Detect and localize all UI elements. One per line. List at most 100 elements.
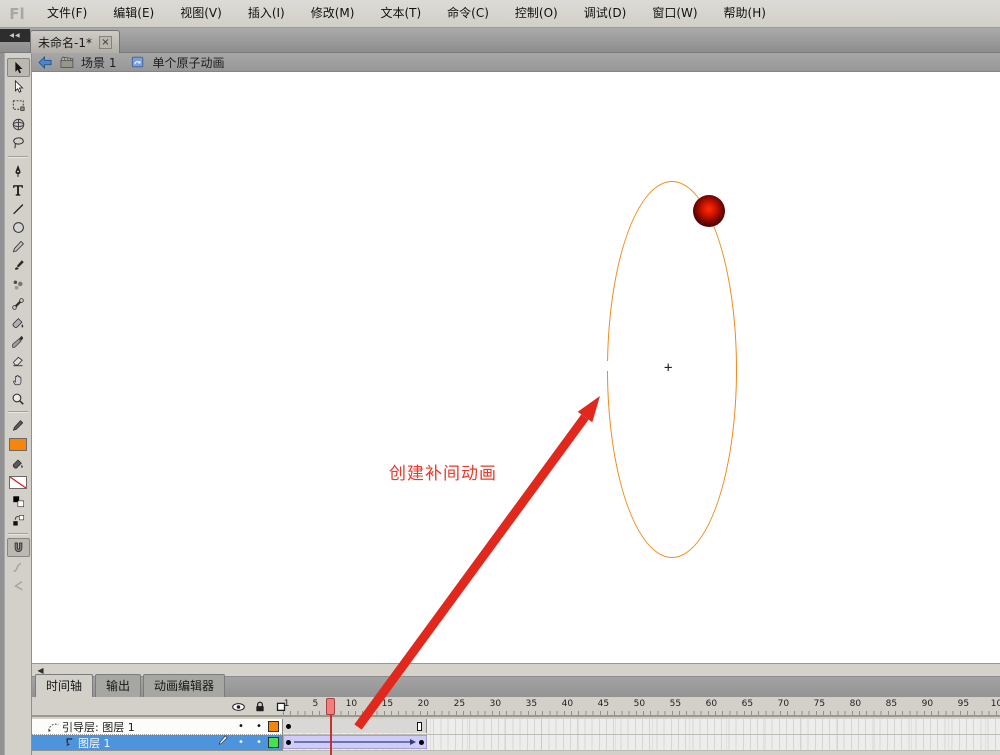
end-keyframe-dot: [419, 740, 424, 745]
menu-item[interactable]: 窗口(W): [639, 0, 710, 27]
keyframe-dot: [286, 724, 291, 729]
deco-tool[interactable]: [7, 275, 30, 294]
transform-point-crosshair: +: [664, 360, 672, 376]
pencil-tool[interactable]: [7, 237, 30, 256]
free-transform-tool[interactable]: [7, 96, 30, 115]
tween-span[interactable]: [283, 735, 427, 749]
text-tool[interactable]: [7, 180, 30, 199]
lasso-tool-icon: [11, 136, 26, 151]
layer-row[interactable]: 引导层: 图层 1 • •: [32, 719, 1000, 735]
snap-magnet-option[interactable]: [7, 538, 30, 557]
hand-tool[interactable]: [7, 370, 30, 389]
frame-label: 100: [991, 699, 1000, 709]
frame-label: 20: [418, 699, 429, 709]
layer-visibility-dot[interactable]: •: [232, 719, 250, 734]
layer-frames[interactable]: [283, 719, 1000, 735]
timeline-tab[interactable]: 输出: [95, 674, 141, 697]
menu-item[interactable]: 控制(O): [502, 0, 571, 27]
layer-name-cell[interactable]: 引导层: 图层 1 • •: [32, 719, 283, 735]
child-layer-icon: [60, 736, 78, 749]
layer-color-swatch: [268, 737, 279, 748]
menu-item[interactable]: 修改(M): [298, 0, 368, 27]
playhead[interactable]: [326, 698, 335, 715]
subselection-tool[interactable]: [7, 77, 30, 96]
timeline-tab[interactable]: 动画编辑器: [143, 674, 225, 697]
frame-ruler[interactable]: 1510152025303540455055606570758085909510…: [283, 697, 1000, 715]
menu-item[interactable]: 文件(F): [34, 0, 100, 27]
document-tab[interactable]: 未命名-1* ×: [30, 30, 120, 53]
scene-breadcrumb[interactable]: 场景 1: [81, 54, 116, 71]
menu-bar: Fl 文件(F)编辑(E)视图(V)插入(I)修改(M)文本(T)命令(C)控制…: [0, 0, 1000, 28]
subselection-tool-icon: [11, 80, 25, 94]
flash-window: Fl 文件(F)编辑(E)视图(V)插入(I)修改(M)文本(T)命令(C)控制…: [0, 0, 1000, 755]
fill-swatch[interactable]: [7, 473, 30, 492]
brush-tool[interactable]: [7, 256, 30, 275]
black-white-control[interactable]: [7, 492, 30, 511]
lasso-tool[interactable]: [7, 134, 30, 153]
layer-visibility-dot[interactable]: •: [232, 735, 250, 750]
timeline-tab-bar: 时间轴输出动画编辑器: [32, 677, 1000, 697]
stroke-swatch[interactable]: [7, 435, 30, 454]
stroke-color-control[interactable]: [7, 416, 30, 435]
frame-label: 55: [670, 699, 681, 709]
frame-span[interactable]: [283, 719, 427, 733]
menu-item[interactable]: 命令(C): [434, 0, 502, 27]
menu-item[interactable]: 编辑(E): [100, 0, 167, 27]
tab-close-icon[interactable]: ×: [99, 36, 112, 49]
pen-tool-icon: [11, 164, 25, 178]
swap-colors-control[interactable]: [7, 511, 30, 530]
layer-rows: 引导层: 图层 1 • • 图层 1 • •: [32, 719, 1000, 751]
bone-tool[interactable]: [7, 294, 30, 313]
eyedropper-tool[interactable]: [7, 332, 30, 351]
paint-bucket-tool[interactable]: [7, 313, 30, 332]
menu-item[interactable]: 插入(I): [235, 0, 298, 27]
atom-sphere[interactable]: [693, 195, 725, 227]
lock-icon[interactable]: [251, 699, 268, 714]
zoom-tool-icon: [11, 392, 25, 406]
selection-tool[interactable]: [7, 58, 30, 77]
frame-label: 30: [490, 699, 501, 709]
visibility-eye-icon[interactable]: [230, 699, 247, 714]
frame-label: 10: [346, 699, 357, 709]
layer-lock-dot[interactable]: •: [250, 719, 268, 734]
timeline-tab[interactable]: 时间轴: [35, 674, 93, 697]
eraser-tool[interactable]: [7, 351, 30, 370]
toolbar-divider: [8, 156, 28, 158]
guide-layer-icon: [44, 720, 62, 734]
line-tool[interactable]: [7, 199, 30, 218]
3d-rotation-tool[interactable]: [7, 115, 30, 134]
straighten-option[interactable]: [7, 576, 30, 595]
smooth-option[interactable]: [7, 557, 30, 576]
menu-item[interactable]: 文本(T): [367, 0, 434, 27]
scene-clapper-icon: [59, 55, 75, 70]
paint-bucket-tool-icon: [11, 316, 25, 330]
pen-tool[interactable]: [7, 161, 30, 180]
3d-rotation-tool-icon: [11, 117, 26, 132]
swap-colors-control-icon: [12, 514, 25, 527]
zoom-tool[interactable]: [7, 389, 30, 408]
frame-label: 95: [958, 699, 969, 709]
oval-tool[interactable]: [7, 218, 30, 237]
layer-name: 图层 1: [78, 735, 214, 751]
menu-item[interactable]: 视图(V): [167, 0, 235, 27]
menu-item[interactable]: 帮助(H): [711, 0, 779, 27]
menu-item[interactable]: 调试(D): [571, 0, 640, 27]
layer-name-cell[interactable]: 图层 1 • •: [32, 735, 283, 751]
fill-color-control[interactable]: [7, 454, 30, 473]
stroke-color-control-icon: [11, 419, 25, 433]
eyedropper-tool-icon: [11, 335, 25, 349]
layer-frames[interactable]: [283, 735, 1000, 751]
text-tool-icon: [11, 183, 25, 197]
stage-canvas[interactable]: + 创建补间动画: [32, 72, 1000, 663]
timeline-header: 1510152025303540455055606570758085909510…: [32, 697, 1000, 717]
layer-lock-dot[interactable]: •: [250, 735, 268, 750]
frame-label: 80: [850, 699, 861, 709]
layer-color-swatch: [268, 721, 279, 732]
collapse-panel-button[interactable]: ◀◀: [0, 29, 30, 42]
symbol-breadcrumb[interactable]: 单个原子动画: [152, 54, 224, 71]
layer-control-column-icons: [230, 699, 289, 714]
layer-row[interactable]: 图层 1 • •: [32, 735, 1000, 751]
deco-tool-icon: [11, 278, 25, 292]
playhead-line: [330, 715, 332, 755]
back-arrow-icon[interactable]: [37, 55, 53, 70]
